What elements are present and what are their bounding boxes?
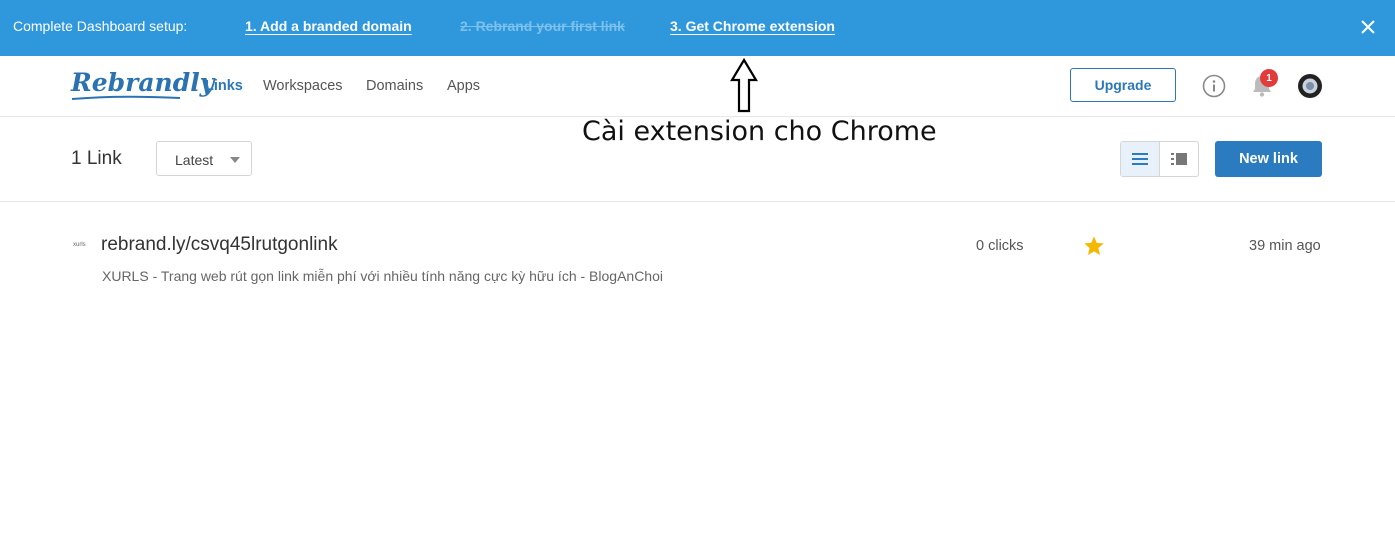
nav-workspaces[interactable]: Workspaces (263, 78, 343, 94)
list-view-icon (1132, 153, 1148, 165)
notification-badge: 1 (1260, 69, 1278, 87)
link-created-time: 39 min ago (1249, 238, 1321, 254)
link-favicon: xurls (73, 242, 86, 248)
link-url[interactable]: rebrand.ly/csvq45lrutgonlink (101, 234, 338, 256)
nav-links[interactable]: Links (205, 78, 243, 94)
annotation-arrow (730, 58, 758, 113)
sort-dropdown[interactable]: Latest (156, 141, 252, 176)
view-toggle (1120, 141, 1199, 177)
step-rebrand-first-link[interactable]: 2. Rebrand your first link (460, 18, 625, 34)
logo-swoosh (71, 95, 181, 100)
links-toolbar: 1 Link Latest New link (0, 117, 1395, 202)
setup-banner-label: Complete Dashboard setup: (13, 18, 188, 34)
nav-domains[interactable]: Domains (366, 78, 423, 94)
top-nav: Rebrandly Links Workspaces Domains Apps … (0, 56, 1395, 117)
star-icon[interactable] (1083, 235, 1105, 257)
step-add-branded-domain[interactable]: 1. Add a branded domain (245, 18, 412, 34)
link-clicks: 0 clicks (976, 238, 1024, 254)
rebrandly-logo[interactable]: Rebrandly (71, 68, 214, 97)
close-icon (1361, 20, 1375, 34)
compact-view-icon (1171, 153, 1187, 165)
nav-apps[interactable]: Apps (447, 78, 480, 94)
link-row[interactable]: xurls rebrand.ly/csvq45lrutgonlink XURLS… (0, 202, 1395, 302)
setup-banner: Complete Dashboard setup: 1. Add a brand… (0, 0, 1395, 56)
compact-view-button[interactable] (1160, 142, 1198, 176)
chevron-down-icon (230, 157, 240, 163)
close-banner-button[interactable] (1355, 14, 1381, 40)
info-icon[interactable] (1202, 74, 1226, 98)
list-view-button[interactable] (1121, 142, 1160, 176)
step-get-chrome-extension[interactable]: 3. Get Chrome extension (670, 18, 835, 34)
new-link-button[interactable]: New link (1215, 141, 1322, 177)
upgrade-button[interactable]: Upgrade (1070, 68, 1176, 102)
avatar[interactable] (1298, 74, 1322, 98)
link-title: XURLS - Trang web rút gọn link miễn phí … (102, 268, 663, 284)
sort-value: Latest (175, 152, 214, 168)
link-count: 1 Link (71, 148, 122, 169)
